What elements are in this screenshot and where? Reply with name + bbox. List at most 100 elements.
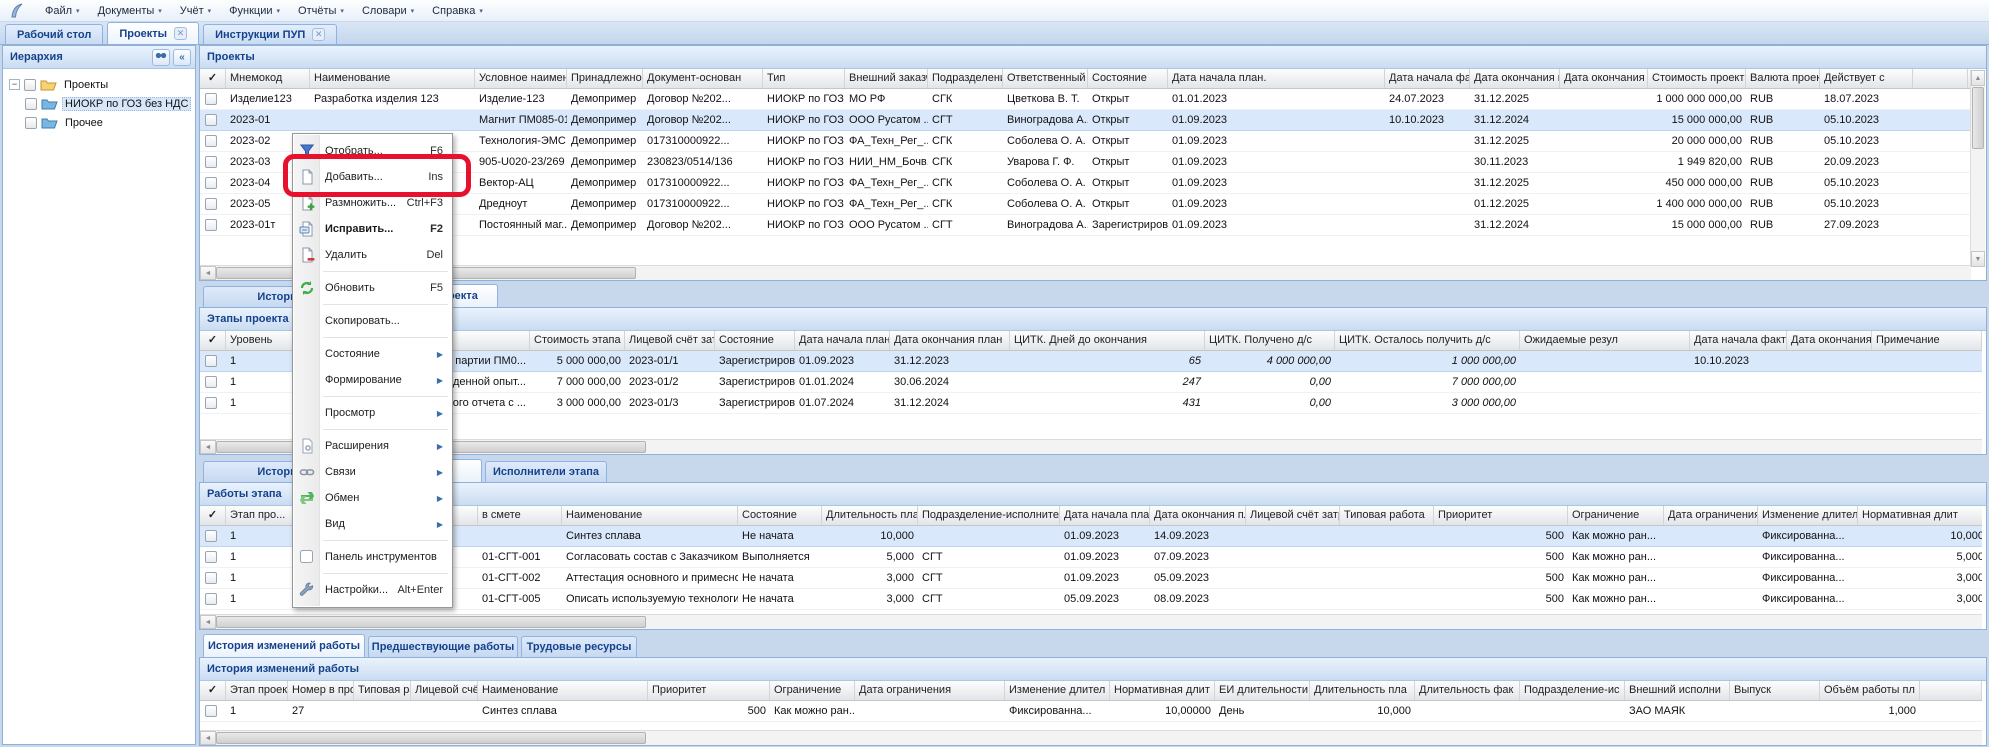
column-header[interactable]: Объём работы пл xyxy=(1820,681,1920,700)
column-header[interactable]: Дата ограничения xyxy=(1664,506,1758,525)
table-row[interactable]: 2023-03905-U020-23/269Демопример230823/0… xyxy=(200,152,1971,173)
column-header[interactable]: Наименование xyxy=(562,506,738,525)
column-header[interactable]: Состояние xyxy=(715,331,795,350)
menu-item-размножить-[interactable]: Размножить...Ctrl+F3 xyxy=(294,190,451,216)
table-row[interactable]: 1й партии ПМ0...5 000 000,002023-01/1Зар… xyxy=(200,351,1982,372)
tab-история-изменений-работы[interactable]: История изменений работы xyxy=(203,634,365,657)
menu-item-обновить[interactable]: ОбновитьF5 xyxy=(294,275,451,301)
row-checkbox[interactable] xyxy=(205,198,217,210)
column-header[interactable]: Нормативная длит xyxy=(1858,506,1982,525)
tree-checkbox[interactable] xyxy=(25,98,37,110)
column-header[interactable] xyxy=(1920,681,1982,700)
scroll-left-icon[interactable]: ◄ xyxy=(200,440,216,454)
column-header[interactable]: Ограничение xyxy=(1568,506,1664,525)
column-header[interactable]: ЕИ длительности xyxy=(1215,681,1310,700)
tab-исполнители-этапа[interactable]: Исполнители этапа xyxy=(485,461,607,482)
column-header[interactable]: Действует с xyxy=(1820,69,1913,88)
column-header[interactable]: Выпуск xyxy=(1730,681,1820,700)
column-header[interactable]: Дата начала факт xyxy=(1690,331,1787,350)
menu-file[interactable]: Файл▾ xyxy=(36,2,89,20)
scroll-left-icon[interactable]: ◄ xyxy=(200,266,216,280)
menu-item-добавить-[interactable]: Добавить...Ins xyxy=(294,164,451,190)
column-header[interactable]: Тип xyxy=(763,69,845,88)
table-row[interactable]: 2023-05ДредноутДемопример017310000922...… xyxy=(200,194,1971,215)
column-header[interactable]: ЦИТК. Дней до окончания xyxy=(1010,331,1205,350)
tree-item-other[interactable]: Прочее xyxy=(3,113,195,132)
menu-item-просмотр[interactable]: Просмотр▶ xyxy=(294,400,451,426)
column-header[interactable]: Мнемокод xyxy=(226,69,310,88)
column-header[interactable]: ЦИТК. Осталось получить д/с xyxy=(1335,331,1520,350)
column-header[interactable]: Приоритет xyxy=(1434,506,1568,525)
tab-трудовые-ресурсы[interactable]: Трудовые ресурсы xyxy=(521,636,637,657)
table-row[interactable]: 127Синтез сплава500Как можно ран...Фикси… xyxy=(200,701,1982,722)
column-header[interactable]: Ответственный xyxy=(1003,69,1088,88)
menu-item-панель-инструментов[interactable]: Панель инструментов xyxy=(294,544,451,570)
column-header[interactable]: Принадлежность xyxy=(567,69,643,88)
collapse-expander-icon[interactable]: − xyxy=(9,79,20,90)
row-checkbox[interactable] xyxy=(205,114,217,126)
menu-documents[interactable]: Документы▾ xyxy=(89,2,171,20)
menu-item-настройки-[interactable]: Настройки...Alt+Enter xyxy=(294,577,451,603)
column-header[interactable]: Длительность фак xyxy=(1415,681,1520,700)
column-header[interactable]: ЦИТК. Получено д/с xyxy=(1205,331,1335,350)
row-checkbox[interactable] xyxy=(205,376,217,388)
tree-item-projects[interactable]: − Проекты xyxy=(3,75,195,94)
menu-item-расширения[interactable]: Расширения▶ xyxy=(294,433,451,459)
column-header[interactable]: Подразделение-от xyxy=(928,69,1003,88)
scrollbar-thumb[interactable] xyxy=(216,732,646,744)
table-row[interactable]: 1Синтез сплаваНе начата10,00001.09.20231… xyxy=(200,526,1982,547)
row-checkbox[interactable] xyxy=(205,355,217,367)
tree-checkbox[interactable] xyxy=(25,117,37,129)
scrollbar-thumb[interactable] xyxy=(216,616,646,628)
search-icon[interactable] xyxy=(152,49,170,66)
column-header[interactable]: Длительность план▼ xyxy=(822,506,918,525)
scroll-left-icon[interactable]: ◄ xyxy=(200,731,216,745)
row-checkbox[interactable] xyxy=(205,572,217,584)
table-row[interactable]: 2023-04Вектор-АЦДемопример017310000922..… xyxy=(200,173,1971,194)
column-header[interactable]: Дата начала план. xyxy=(1168,69,1385,88)
scrollbar-thumb[interactable] xyxy=(1972,87,1984,149)
row-checkbox[interactable] xyxy=(205,530,217,542)
collapse-icon[interactable]: « xyxy=(173,49,191,66)
column-header[interactable]: Этап про... xyxy=(226,506,300,525)
table-row[interactable]: Изделие123Разработка изделия 123Изделие-… xyxy=(200,89,1971,110)
tab-projects[interactable]: Проекты✕ xyxy=(107,22,199,44)
row-checkbox[interactable] xyxy=(205,593,217,605)
column-header[interactable]: Изменение длител xyxy=(1005,681,1110,700)
column-header[interactable]: в смете xyxy=(478,506,562,525)
column-header[interactable]: Стоимость проект xyxy=(1648,69,1746,88)
scroll-down-icon[interactable]: ▼ xyxy=(1971,251,1985,267)
vertical-scrollbar[interactable]: ▲ ▼ xyxy=(1970,70,1985,267)
column-header[interactable]: Ограничение xyxy=(770,681,855,700)
menu-item-связи[interactable]: Связи▶ xyxy=(294,459,451,485)
column-header[interactable]: Состояние xyxy=(1088,69,1168,88)
menu-item-удалить[interactable]: УдалитьDel xyxy=(294,242,451,268)
column-header[interactable]: Дата начала план xyxy=(795,331,890,350)
scroll-up-icon[interactable]: ▲ xyxy=(1971,70,1985,86)
close-icon[interactable]: ✕ xyxy=(312,28,325,41)
menu-help[interactable]: Справка▾ xyxy=(423,2,492,20)
column-header[interactable]: Подразделение-исполнитель.. xyxy=(918,506,1060,525)
column-header[interactable]: Внешний заказчик xyxy=(845,69,928,88)
row-checkbox[interactable] xyxy=(205,551,217,563)
column-header[interactable]: ✓ xyxy=(200,681,226,700)
column-header[interactable]: Дата окончания ф xyxy=(1787,331,1872,350)
column-header[interactable]: Примечание xyxy=(1872,331,1982,350)
column-header[interactable]: Дата окончания план xyxy=(1150,506,1246,525)
table-row[interactable]: 1кого отчета с ...3 000 000,002023-01/3З… xyxy=(200,393,1982,414)
column-header[interactable]: Лицевой счёт затр xyxy=(1246,506,1340,525)
column-header[interactable]: Дата начала план. xyxy=(1060,506,1150,525)
tree-checkbox[interactable] xyxy=(24,79,36,91)
menu-item-обмен[interactable]: Обмен▶ xyxy=(294,485,451,511)
column-header[interactable] xyxy=(1913,69,1968,88)
column-header[interactable]: Дата окончания п xyxy=(1470,69,1560,88)
menu-dictionaries[interactable]: Словари▾ xyxy=(353,2,423,20)
column-header[interactable]: ✓ xyxy=(200,69,226,88)
column-header[interactable]: Состояние xyxy=(738,506,822,525)
column-header[interactable]: Ожидаемые резул xyxy=(1520,331,1690,350)
table-row[interactable]: 2023-02Технология-ЭМСДемопример017310000… xyxy=(200,131,1971,152)
column-header[interactable]: Дата окончания план xyxy=(890,331,1010,350)
horizontal-scrollbar[interactable]: ◄ xyxy=(200,265,1971,280)
menu-item-исправить-[interactable]: Исправить...F2 xyxy=(294,216,451,242)
table-row[interactable]: 1501-СГТ-005Описать используемую техноло… xyxy=(200,589,1982,610)
